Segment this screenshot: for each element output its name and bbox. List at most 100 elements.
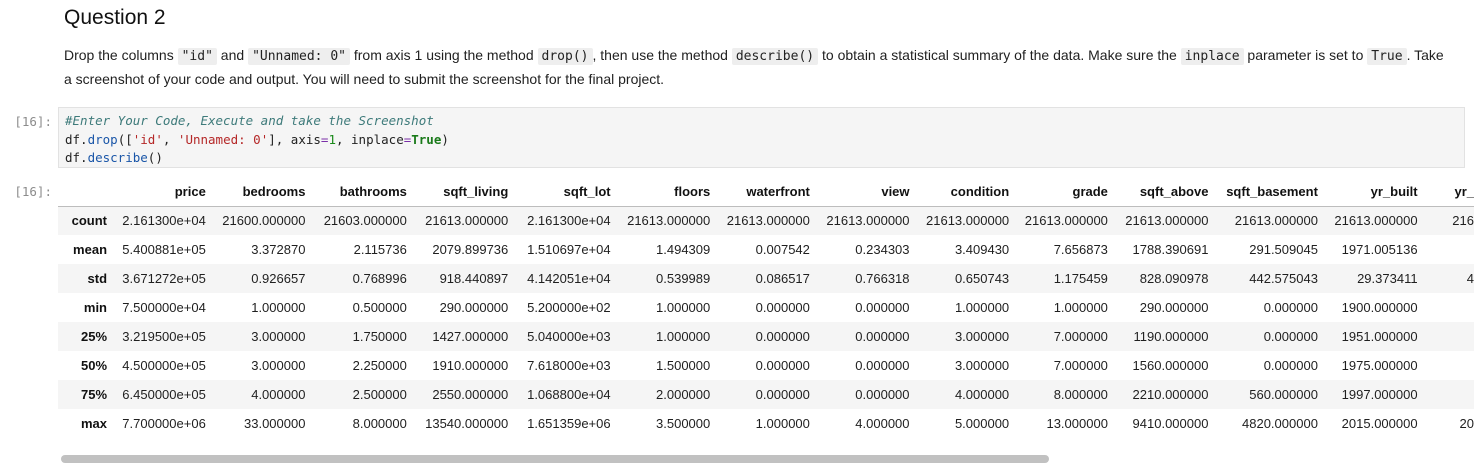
table-cell: 4.000000 bbox=[954, 387, 1010, 402]
scrollbar-thumb[interactable] bbox=[61, 455, 1049, 463]
table-cell: 4.000000 bbox=[855, 416, 910, 431]
table-cell: 2.161300e+04 bbox=[122, 213, 206, 229]
table-cell: 0.000000 bbox=[855, 358, 910, 373]
table-cell: 0.007542 bbox=[755, 242, 810, 257]
text-segment: , then use the method bbox=[592, 47, 732, 63]
table-cell: 7.618000e+03 bbox=[527, 358, 611, 373]
table-cell: 0.650743 bbox=[954, 271, 1010, 286]
code-token: 'Unnamed: 0' bbox=[177, 131, 269, 147]
table-cell: 2079.899736 bbox=[432, 242, 509, 257]
code-token: 1 bbox=[328, 131, 336, 147]
text-segment: parameter is set to bbox=[1243, 47, 1368, 63]
code-token: True bbox=[411, 131, 442, 147]
table-cell: 5.200000e+02 bbox=[527, 300, 611, 315]
column-header: grade bbox=[1009, 178, 1108, 207]
table-cell: 13.000000 bbox=[1046, 416, 1108, 431]
table-cell: 1.000000 bbox=[1053, 300, 1108, 315]
table-cell: 2.161300e+04 bbox=[527, 213, 611, 229]
code-token: , bbox=[162, 131, 178, 147]
table-cell: 33.000000 bbox=[244, 416, 306, 431]
table-cell: 4.500000e+05 bbox=[122, 358, 206, 373]
inline-code: inplace bbox=[1180, 48, 1244, 65]
column-header: yr_ bbox=[1417, 178, 1474, 207]
code-token: df. bbox=[65, 150, 88, 165]
table-row: std 3.671272e+05 0.926657 0.768996 918.44089… bbox=[58, 264, 1474, 293]
output-area: price bedrooms bathrooms sqft_living sqft_lo… bbox=[58, 178, 1474, 440]
table-cell: 2550.000000 bbox=[432, 387, 509, 402]
row-label: count bbox=[71, 213, 108, 229]
table-cell: 1.175459 bbox=[1053, 271, 1108, 286]
table-cell: 0.000000 bbox=[855, 300, 910, 315]
row-label: 75% bbox=[80, 387, 108, 402]
table-cell: 21613.000000 bbox=[826, 213, 910, 229]
table-header-row: price bedrooms bathrooms sqft_living sqft_lo… bbox=[58, 178, 1474, 207]
table-cell: 4.142051e+04 bbox=[527, 271, 611, 286]
inline-code: True bbox=[1367, 48, 1407, 65]
column-header: floors bbox=[610, 178, 711, 207]
table-row: 50% 4.500000e+05 3.000000 2.250000 1910.0000… bbox=[58, 351, 1474, 380]
table-cell: 1975.000000 bbox=[1341, 358, 1418, 373]
table-cell: 0.000000 bbox=[1263, 329, 1318, 344]
table-cell: 0.500000 bbox=[352, 300, 407, 315]
table-cell: 2.000000 bbox=[656, 387, 711, 402]
table-cell: 13540.000000 bbox=[425, 416, 509, 431]
code-line: df.describe() bbox=[65, 149, 1464, 168]
table-cell: 21613.000000 bbox=[425, 213, 509, 229]
column-header: bathrooms bbox=[305, 178, 407, 207]
code-token: drop bbox=[87, 131, 118, 147]
table-cell: 21613.000000 bbox=[1125, 213, 1209, 229]
table-cell: 216 bbox=[1452, 213, 1474, 229]
table-cell: 3.671272e+05 bbox=[122, 271, 206, 286]
code-token: () bbox=[147, 150, 163, 165]
table-cell: 290.000000 bbox=[1139, 300, 1209, 315]
table-cell: 7.000000 bbox=[1053, 358, 1108, 373]
horizontal-scrollbar[interactable] bbox=[58, 453, 1474, 465]
table-cell: 4.000000 bbox=[251, 387, 306, 402]
column-header: sqft_basement bbox=[1208, 178, 1318, 207]
text-segment: to obtain a statistical summary of the d… bbox=[818, 47, 1181, 63]
inline-code: "Unnamed: 0" bbox=[248, 48, 350, 65]
table-row: min 7.500000e+04 1.000000 0.500000 290.00000… bbox=[58, 293, 1474, 322]
table-cell: 21603.000000 bbox=[323, 213, 407, 229]
row-label: std bbox=[87, 271, 108, 286]
table-cell: 0.000000 bbox=[855, 329, 910, 344]
table-cell: 7.656873 bbox=[1053, 242, 1108, 257]
table-cell: 21600.000000 bbox=[222, 213, 306, 229]
table-cell: 1788.390691 bbox=[1132, 242, 1209, 257]
table-cell: 7.500000e+04 bbox=[122, 300, 206, 315]
table-cell: 918.440897 bbox=[439, 271, 509, 286]
table-cell: 1.510697e+04 bbox=[527, 242, 611, 257]
table-cell: 442.575043 bbox=[1249, 271, 1318, 286]
table-row: 75% 6.450000e+05 4.000000 2.500000 2550.0000… bbox=[58, 380, 1474, 409]
code-comment: #Enter Your Code, Execute and take the S… bbox=[65, 113, 434, 128]
table-cell: 0.766318 bbox=[855, 271, 910, 286]
table-cell: 1560.000000 bbox=[1132, 358, 1209, 373]
table-cell: 3.000000 bbox=[954, 358, 1010, 373]
table-cell: 290.000000 bbox=[439, 300, 509, 315]
table-cell: 21613.000000 bbox=[1234, 213, 1318, 229]
table-row: max 7.700000e+06 33.000000 8.000000 13540.00… bbox=[58, 409, 1474, 438]
row-label: mean bbox=[73, 242, 108, 257]
table-cell: 1427.000000 bbox=[432, 329, 509, 344]
table-cell: 21613.000000 bbox=[1024, 213, 1108, 229]
code-token: df. bbox=[65, 131, 88, 147]
table-cell: 1.000000 bbox=[954, 300, 1010, 315]
table-cell: 1.068800e+04 bbox=[527, 387, 611, 402]
table-cell: 0.000000 bbox=[755, 387, 810, 402]
table-cell: 1.750000 bbox=[352, 329, 407, 344]
column-header: sqft_living bbox=[406, 178, 509, 207]
table-cell: 20 bbox=[1459, 416, 1474, 431]
table-cell: 21613.000000 bbox=[1334, 213, 1418, 229]
code-cell-editor[interactable]: #Enter Your Code, Execute and take the S… bbox=[58, 107, 1465, 168]
text-segment: and bbox=[216, 47, 249, 63]
column-header: view bbox=[809, 178, 910, 207]
table-cell: 0.000000 bbox=[1263, 358, 1318, 373]
table-cell: 1900.000000 bbox=[1341, 300, 1418, 315]
table-cell: 3.409430 bbox=[954, 242, 1010, 257]
table-cell: 21613.000000 bbox=[726, 213, 810, 229]
table-cell: 1.000000 bbox=[656, 329, 711, 344]
inline-code: drop() bbox=[537, 48, 593, 65]
table-cell: 5.040000e+03 bbox=[527, 329, 611, 344]
table-cell: 2.500000 bbox=[352, 387, 407, 402]
column-header: price bbox=[107, 178, 206, 207]
